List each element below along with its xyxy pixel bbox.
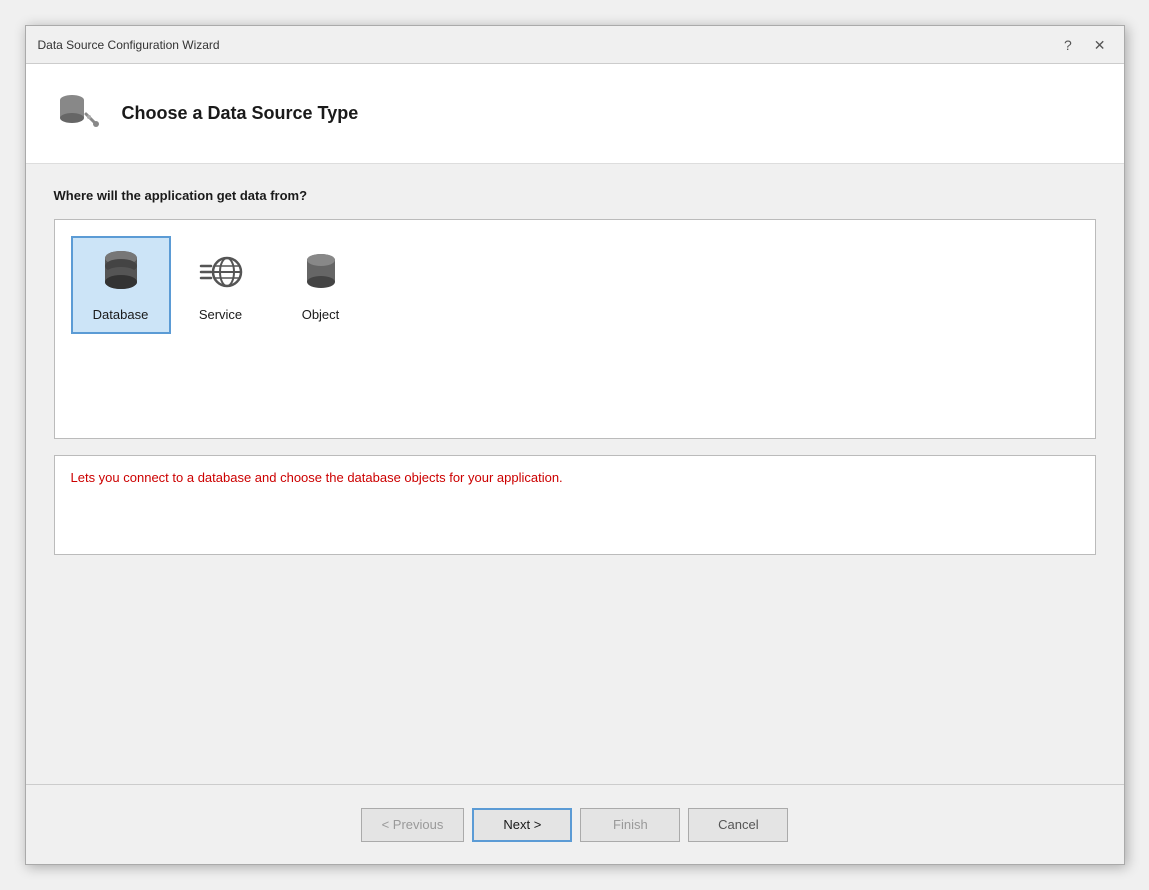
object-icon <box>297 248 345 299</box>
title-bar-buttons: ? ✕ <box>1058 36 1112 54</box>
dialog-window: Data Source Configuration Wizard ? ✕ Cho… <box>25 25 1125 865</box>
close-button[interactable]: ✕ <box>1088 36 1112 54</box>
service-label: Service <box>199 307 242 322</box>
header-section: Choose a Data Source Type <box>26 64 1124 164</box>
help-button[interactable]: ? <box>1058 36 1078 54</box>
object-label: Object <box>302 307 340 322</box>
datasource-item-database[interactable]: Database <box>71 236 171 334</box>
page-title: Choose a Data Source Type <box>122 103 359 124</box>
title-bar: Data Source Configuration Wizard ? ✕ <box>26 26 1124 64</box>
datasource-item-object[interactable]: Object <box>271 236 371 334</box>
question-label: Where will the application get data from… <box>54 188 1096 203</box>
previous-button[interactable]: < Previous <box>361 808 465 842</box>
finish-button[interactable]: Finish <box>580 808 680 842</box>
content-section: Where will the application get data from… <box>26 164 1124 784</box>
next-button[interactable]: Next > <box>472 808 572 842</box>
database-label: Database <box>93 307 149 322</box>
service-icon <box>197 248 245 299</box>
cancel-button[interactable]: Cancel <box>688 808 788 842</box>
datasource-grid: Database <box>54 219 1096 439</box>
footer: < Previous Next > Finish Cancel <box>26 784 1124 864</box>
header-icon <box>54 88 106 140</box>
datasource-item-service[interactable]: Service <box>171 236 271 334</box>
dialog-title: Data Source Configuration Wizard <box>38 38 220 52</box>
title-bar-left: Data Source Configuration Wizard <box>38 38 220 52</box>
database-icon <box>97 248 145 299</box>
description-text: Lets you connect to a database and choos… <box>71 470 563 485</box>
description-box: Lets you connect to a database and choos… <box>54 455 1096 555</box>
